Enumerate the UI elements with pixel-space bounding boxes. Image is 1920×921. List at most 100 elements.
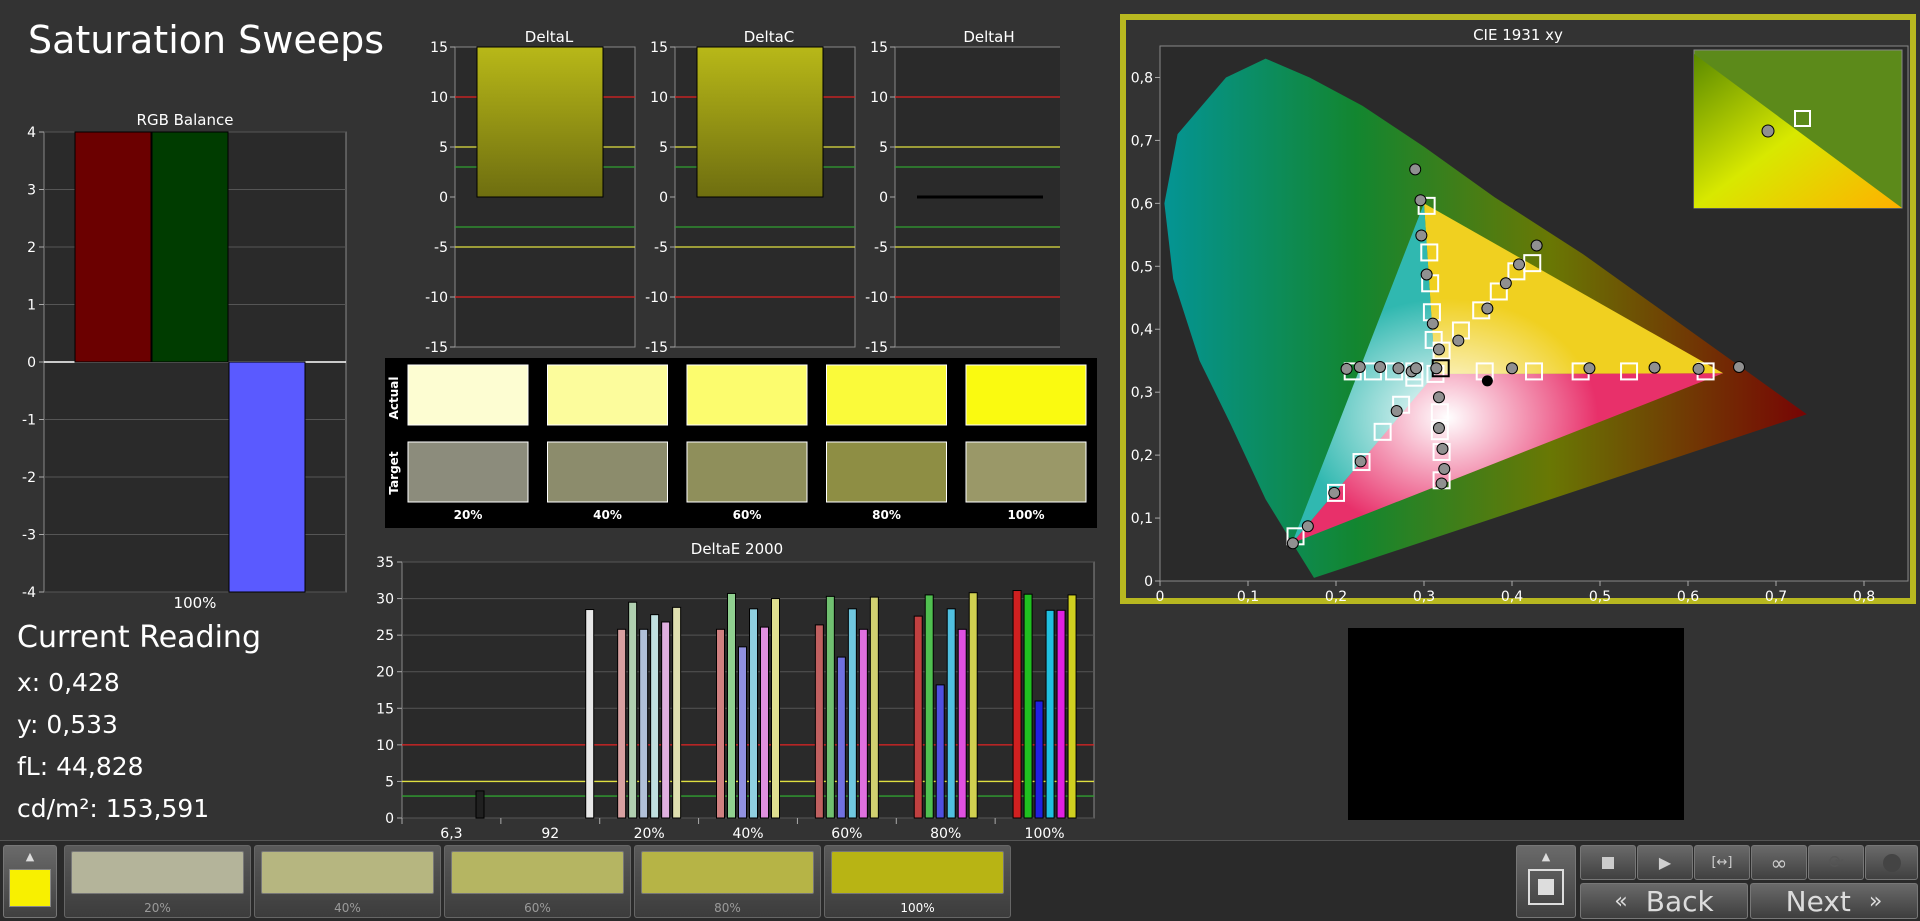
deltae-bar bbox=[585, 609, 595, 819]
loop-icon: ∞ bbox=[1770, 850, 1788, 875]
current-color-swatch bbox=[9, 869, 51, 907]
deltae-xlabel: 100% bbox=[1025, 826, 1065, 840]
actual-swatch bbox=[407, 364, 529, 426]
rgb-tick-label: 1 bbox=[27, 298, 36, 314]
target-swatch bbox=[965, 441, 1087, 503]
delta-tick-label: 5 bbox=[879, 140, 888, 156]
cie-actual-marker bbox=[1583, 362, 1596, 375]
sweep-swatch-color bbox=[641, 851, 814, 894]
loop-button[interactable]: ∞ bbox=[1751, 845, 1807, 880]
deltae-bar bbox=[869, 596, 879, 819]
sweep-swatch-color bbox=[831, 851, 1004, 894]
deltae-bar bbox=[628, 601, 638, 819]
current-reading-title: Current Reading bbox=[17, 620, 261, 655]
record-button[interactable] bbox=[1865, 845, 1918, 880]
chevron-up-icon: ▲ bbox=[25, 850, 35, 863]
reading-fl: fL: 44,828 bbox=[17, 752, 144, 781]
deltae-bar bbox=[639, 628, 649, 819]
cie-actual-marker bbox=[1432, 422, 1445, 435]
delta-tick-label: -15 bbox=[645, 340, 668, 355]
cie-actual-marker bbox=[1513, 258, 1526, 271]
sweep-swatch-button[interactable]: 80% bbox=[634, 845, 821, 918]
deltae-xlabel: 6,3 bbox=[440, 826, 462, 840]
cie-actual-marker bbox=[1328, 486, 1341, 499]
current-color-button[interactable]: ▲ bbox=[3, 845, 57, 918]
deltae-bar bbox=[1012, 590, 1022, 819]
deltae-xlabel: 40% bbox=[732, 826, 763, 840]
deltae-xlabel: 20% bbox=[634, 826, 665, 840]
deltae-bar bbox=[738, 646, 747, 819]
deltae-bar bbox=[672, 606, 682, 819]
cie-xtick-label: 0,3 bbox=[1413, 589, 1435, 604]
sweep-swatch-button[interactable]: 40% bbox=[254, 845, 441, 918]
rgb-balance-title: RGB Balance bbox=[137, 111, 234, 129]
actual-swatch bbox=[686, 364, 808, 426]
swatch-column-label: 20% bbox=[454, 508, 483, 522]
delta-tick-label: -15 bbox=[425, 340, 448, 355]
deltae-xlabel: 80% bbox=[930, 826, 961, 840]
rgb-tick-label: 2 bbox=[27, 240, 36, 256]
cie-actual-marker bbox=[1436, 442, 1449, 455]
delta-xlabel: 100% bbox=[714, 352, 757, 355]
delta-tick-label: 10 bbox=[870, 90, 888, 106]
delta-tick-label: -10 bbox=[645, 290, 668, 306]
play-button[interactable]: ▶ bbox=[1637, 845, 1693, 880]
deltae-bar bbox=[1045, 609, 1055, 819]
rgb-bar-red bbox=[74, 131, 152, 363]
refresh-button[interactable]: ⟳ bbox=[1808, 845, 1864, 880]
rgb-bar-blue bbox=[228, 361, 306, 593]
cie-ytick-label: 0,3 bbox=[1131, 385, 1153, 401]
deltae-title: DeltaE 2000 bbox=[691, 540, 783, 558]
deltae-chart: DeltaE 2000 35 30 25 20 15 10 5 0 6,3 92 20% 40% 60%… bbox=[376, 540, 1095, 840]
actual-swatch bbox=[826, 364, 947, 426]
cie-xtick-label: 0,2 bbox=[1325, 589, 1347, 604]
deltae-bar bbox=[716, 628, 725, 819]
delta-tick-label: 10 bbox=[650, 90, 668, 106]
deltae-tick-label: 20 bbox=[376, 665, 394, 681]
actual-swatch bbox=[965, 364, 1087, 426]
stop-toggle-button[interactable]: ▲ bbox=[1516, 845, 1576, 918]
preview-box bbox=[1348, 628, 1684, 820]
deltae-bar bbox=[1023, 593, 1033, 819]
reading-x: x: 0,428 bbox=[17, 668, 120, 697]
deltae-tick-label: 25 bbox=[376, 628, 394, 644]
cie-xtick-label: 0,7 bbox=[1765, 589, 1787, 604]
stop-button[interactable] bbox=[1580, 845, 1636, 880]
delta-tick-label: 10 bbox=[430, 90, 448, 106]
double-chevron-left-icon: « bbox=[1614, 888, 1628, 914]
sweep-swatch-button[interactable]: 60% bbox=[444, 845, 631, 918]
cie-ytick-label: 0,6 bbox=[1131, 196, 1153, 212]
delta-charts: DeltaL 15 10 5 0 -5 -10 -15 100% DeltaC 15 10 5 0 -5 -1… bbox=[425, 28, 1060, 355]
cie-inset bbox=[1693, 49, 1903, 209]
delta-tick-label: -15 bbox=[865, 340, 888, 355]
back-button[interactable]: « Back bbox=[1580, 883, 1748, 919]
step-icon: [↔] bbox=[1711, 855, 1733, 870]
next-button[interactable]: Next » bbox=[1750, 883, 1918, 919]
cie-ytick-label: 0,2 bbox=[1131, 448, 1153, 464]
actual-row-label: Actual bbox=[387, 377, 401, 420]
delta-tick-label: 0 bbox=[879, 190, 888, 206]
sweep-swatch-button[interactable]: 20% bbox=[64, 845, 251, 918]
cie-actual-marker bbox=[1340, 362, 1353, 375]
deltae-xlabel: 60% bbox=[831, 826, 862, 840]
sweep-swatch-label: 80% bbox=[714, 901, 741, 915]
deltae-bar bbox=[946, 608, 956, 819]
cie-diagram: CIE 1931 xy 0 0,1 0,2 0,3 0,4 0,5 0,6 0,7 0,8 0 0,… bbox=[1120, 14, 1916, 604]
step-button[interactable]: [↔] bbox=[1694, 845, 1750, 880]
sweep-swatch-button[interactable]: 100% bbox=[824, 845, 1011, 918]
cie-ytick-label: 0,7 bbox=[1131, 133, 1153, 149]
delta-tick-label: -10 bbox=[865, 290, 888, 306]
delta-tick-label: 5 bbox=[439, 140, 448, 156]
swatch-column-label: 100% bbox=[1007, 508, 1044, 522]
delta-tick-label: -5 bbox=[434, 240, 448, 256]
delta-tick-label: 5 bbox=[659, 140, 668, 156]
deltae-bar bbox=[825, 595, 835, 819]
deltae-bar bbox=[1067, 594, 1077, 819]
deltae-bar bbox=[617, 628, 627, 819]
sweep-swatch-label: 20% bbox=[144, 901, 171, 915]
rgb-tick-label: -2 bbox=[22, 470, 36, 486]
cie-title: CIE 1931 xy bbox=[1473, 26, 1563, 44]
next-label: Next bbox=[1785, 884, 1851, 918]
cie-actual-marker bbox=[1499, 277, 1512, 290]
swatch-column-label: 80% bbox=[872, 508, 901, 522]
